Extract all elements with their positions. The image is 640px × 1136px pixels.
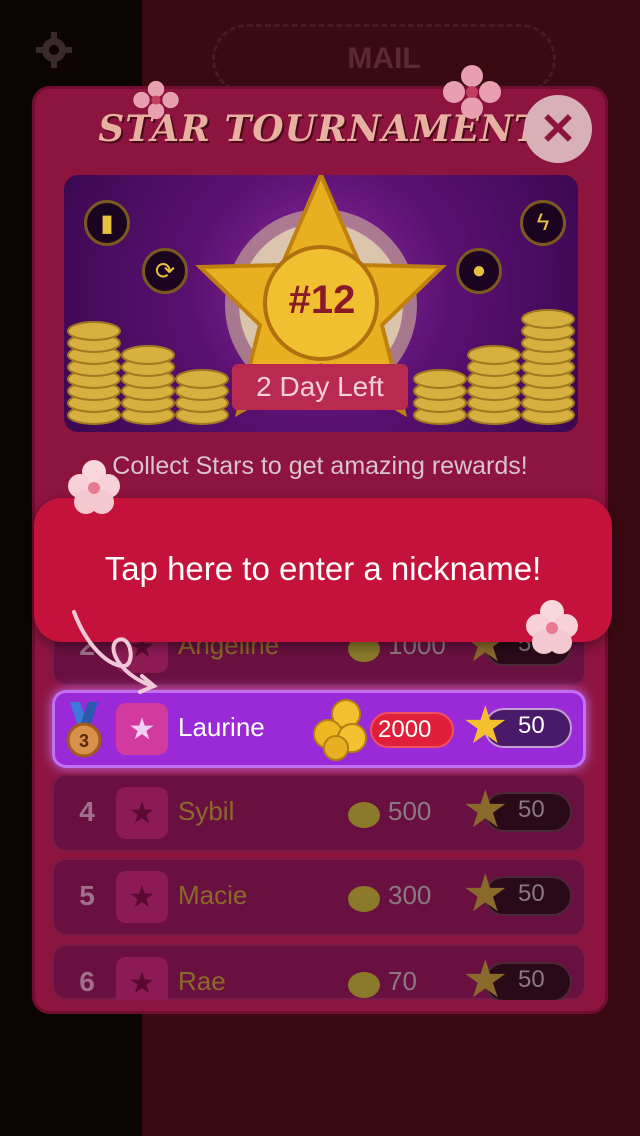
player-name: Macie — [178, 880, 248, 910]
star-icon: ★ — [462, 781, 509, 839]
flower-icon — [526, 600, 578, 654]
coin-count: 300 — [388, 880, 432, 910]
refresh-icon: ⟳ — [142, 248, 188, 294]
lightning-icon: ϟ — [520, 200, 566, 246]
svg-text:3: 3 — [79, 731, 89, 751]
star-avatar-icon: ★ — [116, 957, 168, 1000]
pointer-arrow-icon — [72, 610, 158, 694]
flower-icon — [68, 460, 120, 514]
rank-number: 5 — [79, 880, 95, 911]
coin-count: 70 — [388, 966, 417, 996]
star-avatar-icon: ★ — [116, 787, 168, 839]
coin-icon — [348, 886, 380, 912]
bronze-medal-icon: 3 — [66, 702, 102, 758]
star-avatar-icon: ★ — [116, 703, 168, 755]
coin-pile-icon — [313, 699, 367, 761]
rank-number: 4 — [79, 796, 95, 827]
star-count: 50 — [518, 966, 545, 993]
tooltip-text: Tap here to enter a nickname! — [104, 550, 542, 587]
star-icon: ★ — [462, 951, 509, 1000]
player-name: Laurine — [178, 712, 265, 742]
star-count: 50 — [518, 880, 545, 907]
star-count: 50 — [518, 796, 545, 823]
coin-count: 2000 — [378, 716, 432, 743]
star-avatar-icon: ★ — [116, 871, 168, 923]
player-name: Sybil — [178, 796, 235, 826]
coin-icon — [348, 802, 380, 828]
coin-icon — [348, 972, 380, 998]
star-icon: ★ — [462, 865, 509, 923]
leaderboard-row-current-player[interactable]: 3 ★ Laurine 2000 ★ 50 — [52, 690, 586, 768]
lightbulb-icon: ● — [456, 248, 502, 294]
star-icon: ★ — [462, 697, 509, 755]
tournament-number: #12 — [288, 278, 356, 322]
flower-icon — [133, 80, 179, 120]
leaderboard-row[interactable]: 4 ★ Sybil 500 ★ 50 — [52, 774, 586, 852]
settings-gear-icon[interactable] — [34, 30, 74, 70]
flower-icon — [443, 65, 501, 119]
rank-number: 6 — [79, 966, 95, 997]
leaderboard-row[interactable]: 6 ★ Rae 70 ★ 50 — [52, 944, 586, 1000]
days-left-ribbon: 2 Day Left — [232, 364, 408, 410]
mail-button[interactable]: MAIL — [212, 24, 556, 94]
leaderboard-row[interactable]: 5 ★ Macie 300 ★ 50 — [52, 858, 586, 936]
bottle-icon: ▮ — [84, 200, 130, 246]
coin-count: 500 — [388, 796, 432, 826]
close-button[interactable]: ✕ — [524, 95, 592, 163]
star-count: 50 — [518, 712, 545, 739]
player-name: Rae — [178, 966, 226, 996]
